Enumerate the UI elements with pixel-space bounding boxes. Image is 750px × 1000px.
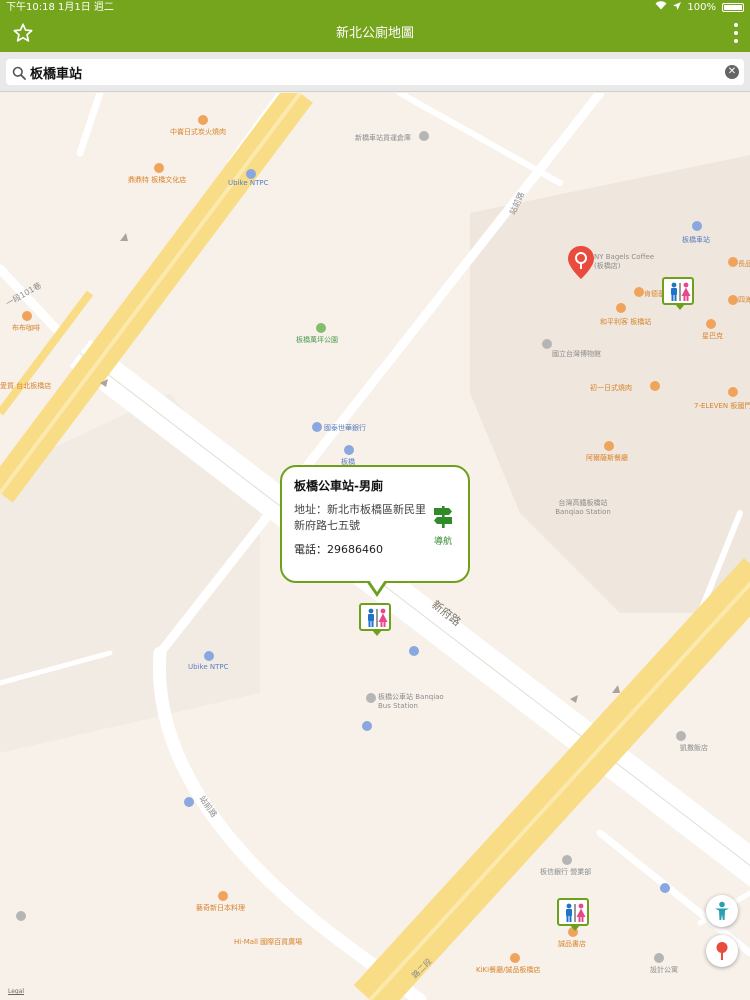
poi-dot: [728, 387, 738, 397]
poi-label[interactable]: 板橋萬坪公園: [296, 335, 338, 345]
poi-label[interactable]: 國立台灣博物館: [552, 349, 601, 359]
poi-dot: [16, 911, 26, 921]
poi-dot: [198, 115, 208, 125]
poi-label[interactable]: 台灣高鐵板橋站 Banqiao Station: [548, 499, 618, 517]
battery-icon: [722, 3, 744, 12]
wifi-icon: [655, 0, 667, 15]
poi-dot: [654, 953, 664, 963]
poi-label[interactable]: 板橋車站: [682, 235, 710, 245]
poi-label[interactable]: 布布咖啡: [12, 323, 40, 333]
drop-pin-button[interactable]: [706, 935, 738, 967]
location-pin-icon: [716, 942, 728, 960]
poi-dot: [660, 883, 670, 893]
status-right: 100%: [655, 0, 744, 15]
poi-dot: [154, 163, 164, 173]
poi-dot: [650, 381, 660, 391]
poi-label[interactable]: 星巴克: [702, 331, 723, 341]
clear-search-icon[interactable]: ✕: [725, 65, 739, 79]
poi-dot: [419, 131, 429, 141]
restroom-marker[interactable]: [662, 277, 694, 310]
poi-label[interactable]: Ubike NTPC: [228, 179, 268, 187]
location-pin-icon[interactable]: [566, 245, 596, 281]
search-icon: [12, 65, 26, 80]
legal-link[interactable]: Legal: [8, 988, 24, 995]
poi-label[interactable]: 中崙日式炭火燒肉: [170, 127, 226, 137]
restroom-icon: [566, 903, 586, 922]
poi-dot: [246, 169, 256, 179]
poi-dot: [542, 339, 552, 349]
poi-dot: [510, 953, 520, 963]
status-bar: 下午10:18 1月1日 週二 100%: [0, 0, 750, 15]
status-time-date: 下午10:18 1月1日 週二: [6, 2, 114, 13]
navigate-label: 導航: [433, 537, 452, 547]
signpost-icon: [434, 506, 452, 528]
locate-me-button[interactable]: [706, 895, 738, 927]
search-box: ✕: [6, 59, 744, 85]
poi-label[interactable]: 藝奇新日本料理: [196, 903, 245, 913]
poi-label[interactable]: 設計公寓: [650, 965, 678, 975]
poi-dot: [562, 855, 572, 865]
location-arrow-icon: [673, 0, 682, 15]
poi-label[interactable]: 長品新: [738, 259, 750, 269]
poi-label[interactable]: 7-ELEVEN 板國門市: [694, 401, 750, 411]
poi-dot: [316, 323, 326, 333]
search-bar: ✕: [0, 52, 750, 92]
poi-dot: [218, 891, 228, 901]
poi-label[interactable]: 板橋公車站 Banqiao Bus Station: [378, 693, 448, 711]
poi-label[interactable]: 四海遊龍: [738, 295, 750, 305]
navigate-button[interactable]: 導航: [428, 505, 458, 547]
restroom-marker[interactable]: [557, 898, 589, 931]
poi-label[interactable]: Hi-Mall 國際百貨廣場: [234, 937, 302, 947]
restroom-marker-selected[interactable]: [359, 603, 391, 636]
poi-dot: [634, 287, 644, 297]
poi-label[interactable]: Ubike NTPC: [188, 663, 228, 671]
poi-label[interactable]: 誠品書店: [558, 939, 586, 949]
poi-dot: [204, 651, 214, 661]
poi-label[interactable]: KiKi餐廳/誠品板橋店: [476, 965, 540, 975]
poi-dot: [604, 441, 614, 451]
search-input[interactable]: [30, 61, 720, 83]
callout-address: 地址：新北市板橋區新民里新府路七五號: [294, 503, 426, 532]
poi-dot: [676, 731, 686, 741]
poi-dot: [22, 311, 32, 321]
poi-dot: [312, 422, 322, 432]
poi-dot: [184, 797, 194, 807]
poi-dot: [344, 445, 354, 455]
poi-label[interactable]: 凱撒飯店: [680, 743, 708, 753]
restroom-info-callout[interactable]: 板橋公車站-男廁 地址：新北市板橋區新民里新府路七五號 電話：29686460 …: [280, 465, 470, 597]
poi-dot: [728, 295, 738, 305]
app-bar: 新北公廁地圖: [0, 15, 750, 52]
poi-label[interactable]: 和平利客 板橋站: [600, 317, 651, 327]
poi-dot: [362, 721, 372, 731]
app-title: 新北公廁地圖: [335, 26, 414, 41]
poi-dot: [616, 303, 626, 313]
poi-label[interactable]: 鼎鼎特 板橋文化店: [128, 175, 186, 185]
map-view[interactable]: 站前路 新府路 站前路 一段101巷 路二段 中崙日式炭火燒肉 新橋車站貨運倉庫…: [0, 93, 750, 1000]
poi-dot: [366, 693, 376, 703]
poi-dot: [409, 646, 419, 656]
poi-label[interactable]: 愛買 台北板橋店: [0, 381, 51, 391]
poi-dot: [706, 319, 716, 329]
poi-label[interactable]: NY Bagels Coffee (板橋店): [594, 253, 654, 271]
poi-label[interactable]: 國泰世華銀行: [324, 423, 366, 433]
poi-label[interactable]: 新橋車站貨運倉庫: [355, 133, 411, 143]
callout-title: 板橋公車站-男廁: [294, 479, 383, 493]
restroom-icon: [368, 608, 388, 627]
poi-label[interactable]: 阿爾薩斯餐廳: [586, 453, 628, 463]
more-vertical-icon[interactable]: [732, 23, 740, 43]
poi-label[interactable]: 初一日式燒肉: [590, 383, 632, 393]
battery-percent: 100%: [687, 2, 716, 13]
poi-dot: [692, 221, 702, 231]
poi-dot: [728, 257, 738, 267]
poi-label[interactable]: 板信銀行 營業部: [540, 867, 591, 877]
person-icon: [715, 901, 729, 920]
restroom-icon: [671, 282, 691, 301]
